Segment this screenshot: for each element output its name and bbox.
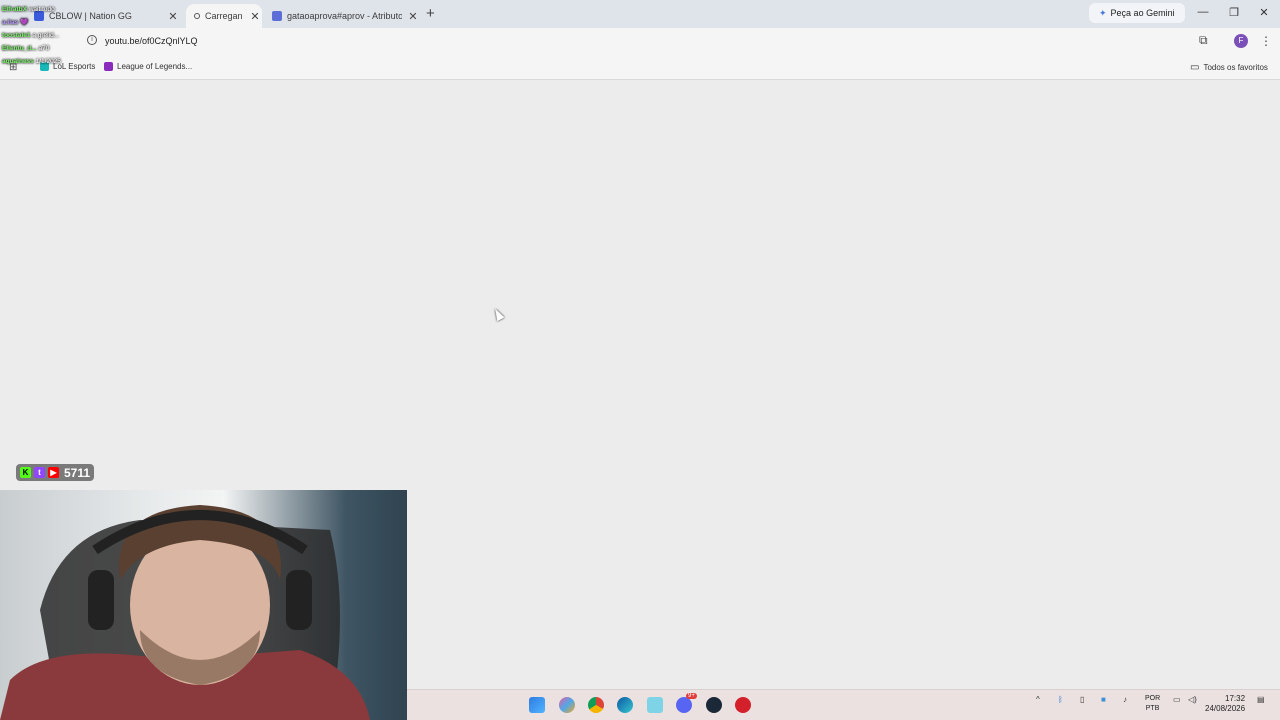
microphone-icon[interactable]: ♪	[1123, 695, 1127, 704]
steam-icon[interactable]	[706, 697, 722, 713]
bookmark-league-of-legends[interactable]: League of Legends...	[104, 62, 192, 71]
address-bar[interactable]: youtu.be/of0CzQnlYLQ	[105, 36, 198, 46]
chat-message: toostale1 a grelid...	[2, 32, 60, 39]
more-menu-icon[interactable]: ⋮	[1260, 34, 1272, 48]
twitch-icon: t	[34, 467, 45, 478]
system-clock[interactable]: 17:32 24/08/2026	[1205, 694, 1245, 714]
close-tab-icon[interactable]: ✕	[248, 10, 262, 23]
chat-message: ElfratbX wait tudo	[2, 6, 55, 13]
loading-spinner-icon	[194, 13, 200, 19]
chrome-icon[interactable]	[588, 697, 604, 713]
windows-start-icon[interactable]	[529, 697, 545, 713]
windows-taskbar: 9+ ^ ᛒ ▯ ■ ♪ POR PTB ▭ ◁) 17:32 24/08/20…	[407, 689, 1280, 720]
discord-notification-badge: 9+	[686, 693, 697, 699]
profile-avatar[interactable]: F	[1234, 34, 1248, 48]
clock-time: 17:32	[1225, 694, 1246, 703]
chat-message: Ellentu_d... a70	[2, 45, 50, 52]
language-indicator[interactable]: POR PTB	[1145, 694, 1160, 714]
keyboard-layout: PTB	[1145, 705, 1160, 712]
league-of-legends-icon	[104, 62, 113, 71]
red-app-icon[interactable]	[735, 697, 751, 713]
viewer-count-badge: K t ▶ 5711	[16, 464, 95, 481]
bookmarks-bar: ⊞ LoL Esports League of Legends... ▭ Tod…	[0, 56, 1280, 80]
network-icon[interactable]: ▭	[1173, 695, 1181, 704]
usb-icon[interactable]: ▯	[1080, 695, 1084, 704]
bookmark-label: League of Legends...	[117, 62, 193, 71]
tab-title: Carregan	[205, 11, 243, 21]
copilot-icon[interactable]	[559, 697, 575, 713]
show-hidden-icons-chevron-icon[interactable]: ^	[1036, 695, 1040, 704]
new-tab-button[interactable]: +	[426, 5, 435, 22]
tab-loading-active[interactable]: Carregan ✕	[186, 4, 262, 28]
youtube-icon: ▶	[48, 467, 59, 478]
extensions-icon[interactable]: ⧉	[1199, 33, 1208, 48]
notifications-icon[interactable]: ▤	[1257, 695, 1265, 704]
chat-message: a.lias 💜	[2, 19, 29, 26]
ask-gemini-button[interactable]: ✦ Peça ao Gemini	[1089, 3, 1185, 23]
gemini-sparkle-icon: ✦	[1099, 7, 1107, 18]
viewer-count: 5711	[64, 465, 91, 480]
mouse-cursor-icon	[491, 306, 505, 322]
ask-gemini-label: Peça ao Gemini	[1110, 8, 1175, 18]
streamer-camera-image	[0, 505, 370, 720]
webcam-feed	[0, 490, 407, 720]
browser-tab-strip: CBLOW | Nation GG ✕ Carregan ✕ gataoapro…	[0, 0, 1280, 28]
chat-message: aqualness 1/1/2025	[2, 58, 61, 65]
folder-icon: ▭	[1190, 62, 1200, 73]
close-tab-icon[interactable]: ✕	[406, 10, 420, 23]
bluetooth-icon[interactable]: ᛒ	[1058, 695, 1063, 704]
tab-favicon-icon	[272, 11, 282, 21]
close-window-button[interactable]: ✕	[1254, 6, 1274, 19]
tab-gataoaprova[interactable]: gataoaprova#aprov - Atributos ✕	[270, 4, 420, 28]
close-tab-icon[interactable]: ✕	[166, 10, 180, 23]
clock-date: 24/08/2026	[1205, 704, 1246, 713]
volume-icon[interactable]: ◁)	[1188, 695, 1197, 704]
browser-toolbar: i youtu.be/of0CzQnlYLQ ⧉ F ⋮	[0, 28, 1280, 56]
tab-title: gataoaprova#aprov - Atributos	[287, 11, 402, 21]
stream-chat-overlay: ElfratbX wait tudo a.lias 💜 toostale1 a …	[2, 3, 102, 68]
all-bookmarks-label: Todos os favoritos	[1203, 63, 1268, 72]
kick-icon: K	[20, 467, 31, 478]
store-icon[interactable]	[647, 697, 663, 713]
language-code: POR	[1145, 695, 1161, 702]
restore-button[interactable]: ❐	[1224, 6, 1244, 19]
discord-icon[interactable]	[676, 697, 692, 713]
tray-app-icon[interactable]: ■	[1101, 695, 1106, 704]
edge-icon[interactable]	[617, 697, 633, 713]
all-bookmarks-button[interactable]: ▭ Todos os favoritos	[1190, 62, 1268, 73]
minimize-button[interactable]: —	[1193, 6, 1213, 18]
